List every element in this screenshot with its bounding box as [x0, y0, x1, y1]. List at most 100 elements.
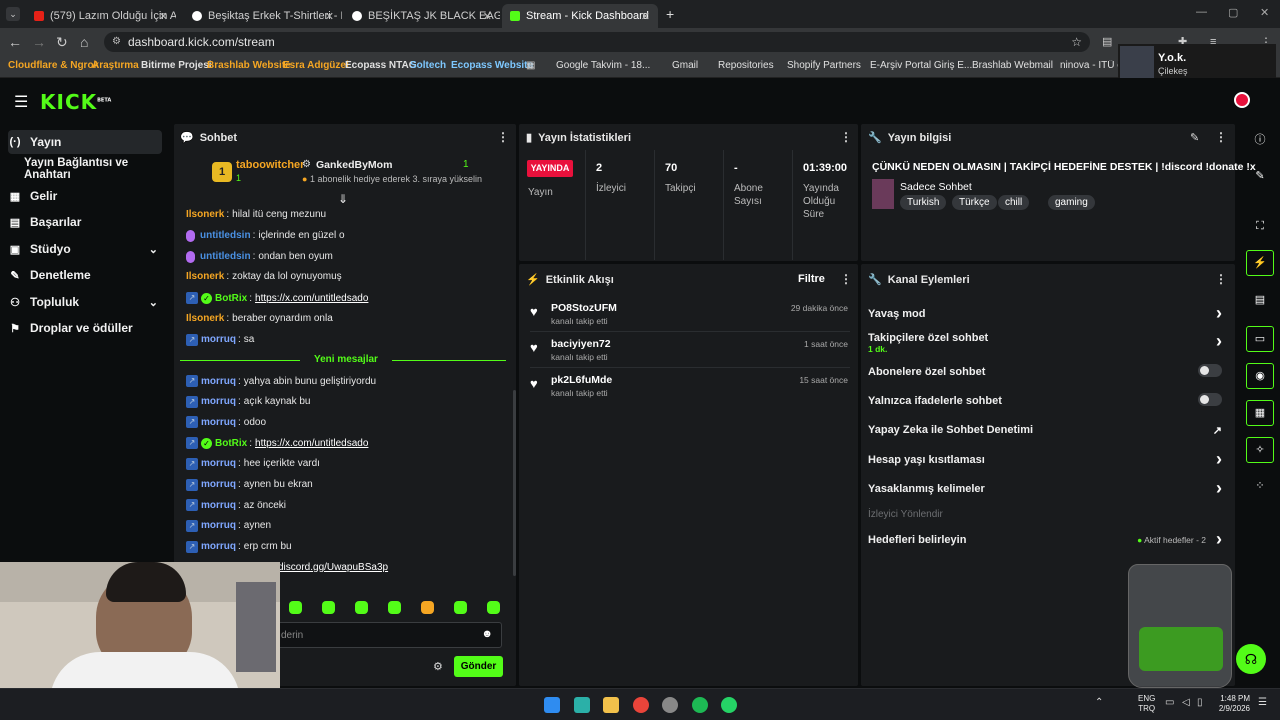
bookmark[interactable]: Gmail: [672, 60, 698, 71]
forward-icon[interactable]: →: [32, 34, 46, 50]
spotify-icon[interactable]: [692, 697, 708, 713]
chat-username[interactable]: morruq: [201, 417, 236, 428]
quick-action-bolt-icon[interactable]: ⚡: [1246, 250, 1274, 276]
nav-yayin[interactable]: (·) Yayın: [8, 130, 162, 154]
chat-link[interactable]: https://x.com/untitledsado: [255, 438, 368, 449]
emoji-icon[interactable]: ☻: [481, 628, 493, 640]
nav-studyo[interactable]: ▣ Stüdyo ⌄: [8, 237, 162, 261]
kick-logo[interactable]: KICKBETA: [40, 90, 111, 114]
clip-icon[interactable]: ▦: [1246, 400, 1274, 426]
hamburger-menu-icon[interactable]: ☰: [14, 92, 28, 112]
tab-youtube[interactable]: (579) Lazım Olduğu İçin Aldıkla ✕: [26, 4, 176, 28]
chat-username[interactable]: morruq: [201, 500, 236, 511]
nav-topluluk[interactable]: ⚇ Topluluk ⌄: [8, 290, 162, 314]
tag-chip[interactable]: Türkçe: [952, 195, 997, 210]
expand-icon[interactable]: ⇓: [338, 192, 348, 206]
tray-up-icon[interactable]: ⌃: [1095, 697, 1103, 708]
bookmark[interactable]: Araştırma: [92, 60, 139, 71]
bookmark[interactable]: Shopify Partners: [787, 60, 861, 71]
bookmark[interactable]: Google Takvim - 18...: [556, 60, 650, 71]
chat-username[interactable]: morruq: [201, 334, 236, 345]
nav-basarilar[interactable]: ▤ Başarılar: [8, 210, 162, 234]
chevron-right-icon[interactable]: ›: [1216, 303, 1222, 324]
tab-search-icon[interactable]: ⌄: [6, 7, 20, 21]
chat-link[interactable]: discord.gg/UwapuBSa3p: [278, 562, 388, 573]
connections-icon[interactable]: ⁘: [1246, 474, 1274, 500]
chat-username[interactable]: Ilsonerk: [186, 271, 224, 282]
info-icon[interactable]: ⓘ: [1246, 128, 1274, 154]
channel-action-row[interactable]: Yalnızca ifadelerle sohbet: [868, 393, 1230, 409]
activity-menu-icon[interactable]: ⋮: [840, 272, 852, 286]
chevron-right-icon[interactable]: ›: [1216, 331, 1222, 352]
channel-action-row[interactable]: Takipçilere özel sohbet 1 dk. ›: [868, 331, 1230, 354]
language-indicator[interactable]: ENG TRQ: [1138, 694, 1155, 714]
emote-icon[interactable]: [421, 601, 434, 614]
channel-action-row[interactable]: Hesap yaşı kısıtlaması ›: [868, 449, 1230, 469]
chat-username[interactable]: untitledsin: [200, 230, 251, 241]
tab-blackeagles[interactable]: BEŞİKTAŞ JK BLACK EAGLES SO ✕: [344, 4, 500, 28]
chat-settings-icon[interactable]: ⚙: [433, 660, 443, 673]
chrome-icon[interactable]: [633, 697, 649, 713]
avatar[interactable]: [1234, 92, 1250, 108]
nav-denetleme[interactable]: ✎ Denetleme: [8, 263, 162, 287]
bookmark[interactable]: E-Arşiv Portal Giriş E...: [870, 60, 972, 71]
document-icon[interactable]: ▤: [1246, 288, 1274, 314]
minimize-icon[interactable]: —: [1196, 6, 1207, 18]
emote-icon[interactable]: [454, 601, 467, 614]
obs-icon[interactable]: [662, 697, 678, 713]
stream-info-menu-icon[interactable]: ⋮: [1215, 130, 1227, 144]
emote-icon[interactable]: [289, 601, 302, 614]
emote-icon[interactable]: [322, 601, 335, 614]
event-user[interactable]: pk2L6fuMde: [551, 374, 612, 386]
bookmark[interactable]: Cloudflare & Ngrok: [8, 60, 99, 71]
bookmark[interactable]: Esra Adıgüzel: [283, 60, 349, 71]
chat-username[interactable]: untitledsin: [200, 251, 251, 262]
chat-username[interactable]: morruq: [201, 376, 236, 387]
home-icon[interactable]: ⌂: [80, 34, 88, 50]
toggle-switch[interactable]: [1198, 393, 1222, 406]
send-button[interactable]: Gönder: [454, 656, 503, 677]
gifter-user[interactable]: GankedByMom: [316, 159, 392, 171]
chat-username[interactable]: morruq: [201, 396, 236, 407]
bookmark[interactable]: Brashlab Website: [207, 60, 291, 71]
close-window-icon[interactable]: ✕: [1260, 6, 1269, 19]
leaderboard-user[interactable]: taboowitcher: [236, 159, 304, 171]
bookmark[interactable]: Brashlab Webmail: [972, 60, 1053, 71]
channel-action-row[interactable]: Yavaş mod ›: [868, 303, 1230, 323]
store-icon[interactable]: [574, 697, 590, 713]
channel-action-row[interactable]: Hedefleri belirleyin ● Aktif hedefler - 2…: [868, 529, 1230, 549]
close-tab-icon[interactable]: ✕: [325, 10, 334, 23]
wrench-icon[interactable]: ✧: [1246, 437, 1274, 463]
tag-chip[interactable]: chill: [998, 195, 1030, 210]
bookmark[interactable]: ninova - İTÜ e-Ö: [1060, 60, 1118, 71]
chat-link[interactable]: https://x.com/untitledsado: [255, 293, 368, 304]
fullscreen-icon[interactable]: ⛶: [1246, 214, 1274, 240]
edit-icon[interactable]: ✎: [1246, 164, 1274, 190]
support-button[interactable]: ☊: [1236, 644, 1266, 674]
new-tab-icon[interactable]: +: [666, 6, 674, 22]
stats-menu-icon[interactable]: ⋮: [840, 130, 852, 144]
chevron-right-icon[interactable]: ›: [1216, 449, 1222, 470]
chat-username[interactable]: morruq: [201, 458, 236, 469]
event-user[interactable]: baciyiyen72: [551, 338, 611, 350]
emote-icon[interactable]: [487, 601, 500, 614]
emote-icon[interactable]: [355, 601, 368, 614]
bookmark[interactable]: Soltech: [410, 60, 446, 71]
tag-chip[interactable]: gaming: [1048, 195, 1095, 210]
filter-button[interactable]: Filtre: [798, 273, 825, 285]
maximize-icon[interactable]: ▢: [1228, 6, 1238, 19]
tab-kick-dashboard[interactable]: Stream - Kick Dashboard ✕: [502, 4, 658, 28]
category-name[interactable]: Sadece Sohbet: [900, 181, 972, 193]
channel-action-row[interactable]: Abonelere özel sohbet: [868, 364, 1230, 380]
edit-icon[interactable]: ✎: [1190, 131, 1199, 144]
volume-icon[interactable]: ◁: [1182, 697, 1190, 708]
tag-chip[interactable]: Turkish: [900, 195, 947, 210]
reload-icon[interactable]: ↻: [56, 34, 68, 50]
nav-stream-key[interactable]: Yayın Bağlantısı ve Anahtarı: [24, 157, 172, 181]
chat-username[interactable]: Ilsonerk: [186, 313, 224, 324]
bookmark[interactable]: Bitirme Projesi: [141, 60, 212, 71]
folder-icon[interactable]: [603, 697, 619, 713]
chat-menu-icon[interactable]: ⋮: [497, 130, 509, 144]
toggle-switch[interactable]: [1198, 364, 1222, 377]
event-user[interactable]: PO8StozUFM: [551, 302, 617, 314]
